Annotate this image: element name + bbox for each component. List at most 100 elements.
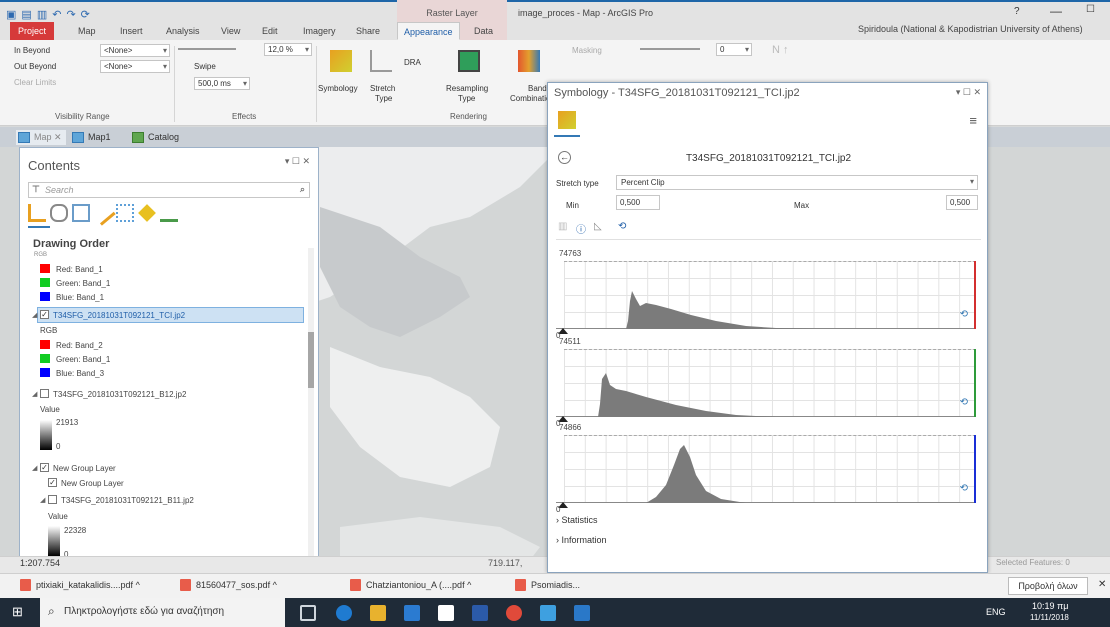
clear-limits-button[interactable]: Clear Limits bbox=[14, 78, 56, 87]
statistics-expander[interactable]: › Statistics bbox=[556, 515, 598, 525]
b12-gradient-swatch[interactable] bbox=[40, 420, 52, 450]
green-swatch[interactable] bbox=[40, 354, 50, 363]
group-layer-name[interactable]: New Group Layer bbox=[53, 464, 116, 473]
transparency-input[interactable]: 12,0 % bbox=[264, 43, 312, 56]
tab-analysis[interactable]: Analysis bbox=[160, 22, 206, 40]
help-button[interactable]: ? bbox=[1014, 6, 1020, 17]
group-sublayer-name[interactable]: New Group Layer bbox=[61, 479, 124, 488]
contents-window-buttons[interactable]: ▾ ☐ ✕ bbox=[285, 156, 310, 167]
store-icon[interactable] bbox=[404, 605, 420, 621]
tab-view[interactable]: View bbox=[215, 22, 246, 40]
group-visibility-checkbox[interactable]: ✓ bbox=[40, 463, 49, 472]
clock-time[interactable]: 10:19 πμ bbox=[1032, 601, 1068, 611]
tab-project[interactable]: Project bbox=[10, 22, 55, 40]
app-icon[interactable] bbox=[540, 605, 556, 621]
stretch-type-icon[interactable] bbox=[370, 50, 392, 72]
swipe-button[interactable]: Swipe bbox=[194, 62, 216, 71]
reset-icon[interactable]: ⟲ bbox=[618, 221, 626, 232]
redo-icon[interactable]: ↷ bbox=[66, 8, 75, 21]
green-swatch[interactable] bbox=[40, 278, 50, 287]
red-swatch[interactable] bbox=[40, 340, 50, 349]
mail-icon[interactable] bbox=[438, 605, 454, 621]
layer-b12-name[interactable]: T34SFG_20181031T092121_B12.jp2 bbox=[53, 390, 186, 399]
tab-appearance[interactable]: Appearance bbox=[397, 22, 460, 40]
gamma-input[interactable]: 0 bbox=[716, 43, 752, 56]
symbology-window-buttons[interactable]: ▾ ☐ ✕ bbox=[956, 87, 981, 98]
download-item[interactable]: Psomiadis... bbox=[515, 579, 580, 591]
view-tab-map[interactable]: Map ✕ bbox=[16, 130, 66, 145]
flicker-rate-input[interactable]: 500,0 ms bbox=[194, 77, 250, 90]
group-sublayer-checkbox[interactable]: ✓ bbox=[48, 478, 57, 487]
open-project-icon[interactable]: ▤ bbox=[21, 8, 31, 21]
search-icon[interactable]: ⌕ bbox=[300, 184, 305, 195]
resampling-label[interactable]: Resampling bbox=[446, 84, 488, 93]
green-histogram-reset-icon[interactable]: ⟲ bbox=[960, 397, 968, 408]
tab-edit[interactable]: Edit bbox=[256, 22, 284, 40]
gamma-slider[interactable] bbox=[640, 48, 700, 50]
word-icon[interactable] bbox=[472, 605, 488, 621]
task-view-icon[interactable] bbox=[300, 605, 316, 621]
contents-search-input[interactable]: ⊤ Search ⌕ bbox=[28, 182, 310, 198]
tab-imagery[interactable]: Imagery bbox=[297, 22, 342, 40]
resampling-type-label[interactable]: Type bbox=[458, 94, 475, 103]
selection-icon[interactable] bbox=[72, 204, 90, 222]
stretch-type-select[interactable]: Percent Clip bbox=[616, 175, 978, 190]
contents-scrollbar-thumb[interactable] bbox=[308, 332, 314, 388]
b11-visibility-checkbox[interactable] bbox=[48, 495, 57, 504]
symbology-icon[interactable] bbox=[330, 50, 352, 72]
curve-icon[interactable]: ◺ bbox=[594, 221, 602, 232]
user-account[interactable]: Spiridoula (National & Kapodistrian Univ… bbox=[858, 24, 1083, 34]
expand-icon[interactable]: ◢ bbox=[40, 496, 45, 504]
refresh-icon[interactable]: ⟳ bbox=[81, 8, 90, 21]
windows-start-icon[interactable]: ⊞ bbox=[12, 605, 26, 619]
view-tab-map1[interactable]: Map1 bbox=[70, 130, 115, 145]
b11-gradient-swatch[interactable] bbox=[48, 526, 60, 556]
max-percent-input[interactable]: 0,500 bbox=[946, 195, 978, 210]
layer-tci-name[interactable]: T34SFG_20181031T092121_TCI.jp2 bbox=[53, 311, 185, 320]
language-indicator[interactable]: ENG bbox=[986, 607, 1006, 617]
data-source-icon[interactable] bbox=[50, 204, 68, 222]
selected-features-count[interactable]: Selected Features: 0 bbox=[996, 558, 1070, 567]
undo-icon[interactable]: ↶ bbox=[52, 8, 61, 21]
blue-histogram-reset-icon[interactable]: ⟲ bbox=[960, 483, 968, 494]
minimize-button[interactable]: — bbox=[1050, 4, 1062, 18]
red-histogram-reset-icon[interactable]: ⟲ bbox=[960, 309, 968, 320]
snapping-icon[interactable] bbox=[116, 204, 134, 222]
tab-map[interactable]: Map bbox=[72, 22, 102, 40]
primary-symbology-icon[interactable] bbox=[558, 111, 576, 129]
chrome-icon[interactable] bbox=[506, 605, 522, 621]
expand-icon[interactable]: ◢ bbox=[32, 464, 37, 472]
transparency-slider[interactable] bbox=[178, 48, 236, 50]
download-item[interactable]: Chatziantoniou_A (....pdf ^ bbox=[350, 579, 471, 591]
layer-b11-name[interactable]: T34SFG_20181031T092121_B11.jp2 bbox=[61, 496, 194, 505]
dra-button[interactable]: DRA bbox=[404, 58, 421, 67]
edge-browser-icon[interactable] bbox=[336, 605, 352, 621]
map-scale[interactable]: 1:207.754 bbox=[20, 558, 60, 568]
max-scale-select[interactable]: <None> bbox=[100, 60, 170, 73]
tab-share[interactable]: Share bbox=[350, 22, 386, 40]
download-item[interactable]: 81560477_sos.pdf ^ bbox=[180, 579, 277, 591]
expand-icon[interactable]: ◢ bbox=[32, 311, 37, 319]
menu-icon[interactable]: ≡ bbox=[969, 113, 977, 128]
new-project-icon[interactable]: ▣ bbox=[6, 8, 16, 21]
information-expander[interactable]: › Information bbox=[556, 535, 607, 545]
info-icon[interactable]: ⓘ bbox=[576, 221, 586, 236]
labeling-icon[interactable] bbox=[138, 204, 156, 222]
view-tab-catalog[interactable]: Catalog bbox=[130, 130, 183, 145]
stretch-type-label[interactable]: Stretch bbox=[370, 84, 395, 93]
tci-visibility-checkbox[interactable]: ✓ bbox=[40, 310, 49, 319]
maximize-button[interactable]: ☐ bbox=[1086, 4, 1095, 15]
stretch-type-label-2[interactable]: Type bbox=[375, 94, 392, 103]
green-histogram[interactable]: 74511 ⟲ 0 bbox=[556, 337, 976, 428]
expand-icon[interactable]: ◢ bbox=[32, 390, 37, 398]
b12-visibility-checkbox[interactable] bbox=[40, 389, 49, 398]
arcgis-pro-icon[interactable] bbox=[574, 605, 590, 621]
filter-icon[interactable]: ⊤ bbox=[32, 184, 40, 195]
symbology-button-label[interactable]: Symbology bbox=[318, 84, 358, 93]
taskbar-search-box[interactable]: ⌕ Πληκτρολογήστε εδώ για αναζήτηση bbox=[40, 598, 285, 627]
close-icon[interactable]: ✕ bbox=[1098, 579, 1106, 590]
tab-insert[interactable]: Insert bbox=[114, 22, 149, 40]
download-item[interactable]: ptixiaki_katakalidis....pdf ^ bbox=[20, 579, 140, 591]
band-label[interactable]: Band bbox=[528, 84, 547, 93]
tab-data[interactable]: Data bbox=[468, 22, 499, 40]
